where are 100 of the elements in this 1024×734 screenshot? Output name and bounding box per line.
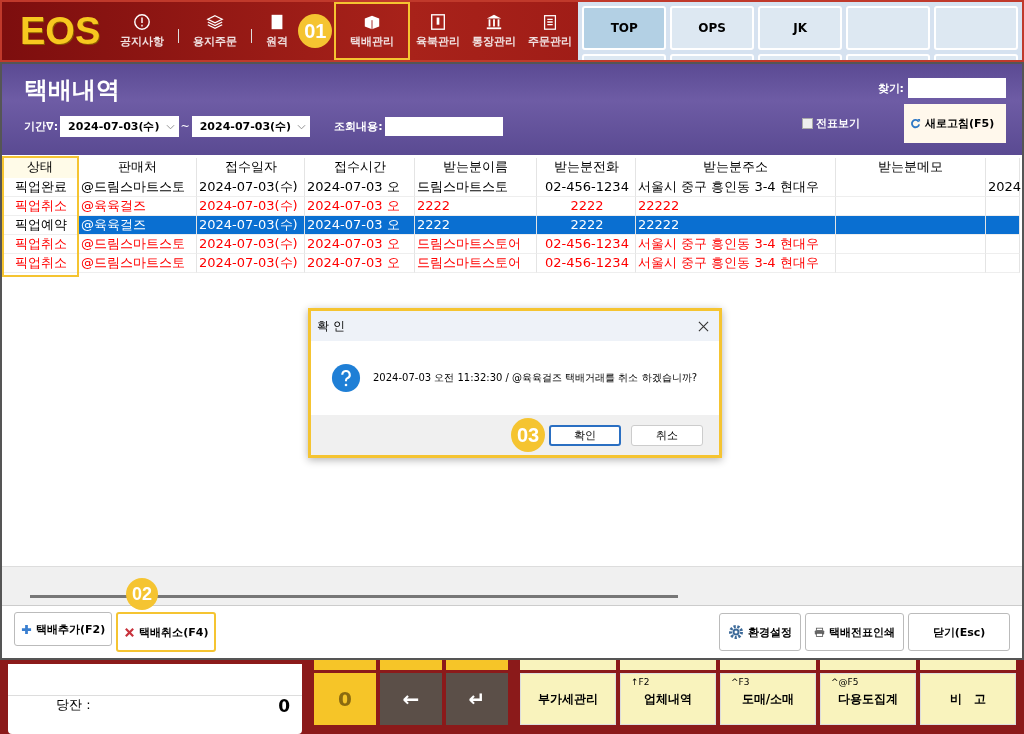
function-key-label: 도매/소매 [741,690,795,708]
function-key-label: 비 고 [950,690,986,708]
quick-button[interactable]: OPS [670,6,755,50]
table-cell: 2024 [986,178,1020,197]
step-badge: 01 [298,14,333,48]
column-header[interactable]: 받는분전화 [537,158,636,178]
date-from-dropdown[interactable]: 2024-07-03(수) [60,116,179,137]
find-label: 찾기: [877,80,904,96]
column-header[interactable]: 받는분이름 [415,158,537,178]
table-cell [986,216,1020,235]
table-cell: 2024-07-03 오 [305,235,415,254]
table-cell: 02-456-1234 [537,235,636,254]
table-cell: 드림스마트스토 [415,178,537,197]
action-button[interactable]: 택배취소(F4) [116,612,217,652]
table-cell: @드림스마트스토 [79,235,197,254]
table-cell: 2024-07-03 오 [305,254,415,273]
balance-value: 0 [278,696,290,716]
function-key-label: 다용도집계 [838,690,898,708]
table-cell: 2024-07-03(수) [197,216,305,235]
box-icon [363,13,382,31]
function-key[interactable] [620,660,716,670]
nav-item[interactable]: 택배관리 [334,2,411,60]
dialog-button[interactable]: 확인 [549,424,621,446]
shortcut-hint: ^F3 [731,677,750,687]
table-row[interactable]: 픽업예약 @육육걸즈 2024-07-03(수) 2024-07-03 오 2222 2222 22222 [2,216,1022,235]
window-title: 택배내역 [24,75,121,106]
column-header[interactable]: 받는분주소 [636,158,836,178]
keypad-key[interactable] [314,660,376,670]
dialog-message: 2024-07-03 오전 11:32:30 / @육육걸즈 택배거래를 취소 하겠습니까? [373,371,698,385]
table-cell: 픽업완료 [2,178,79,197]
nav-item[interactable]: 공지사항 [114,2,171,60]
nav-item[interactable]: 주문관리 [522,2,579,60]
function-key[interactable]: ^@F5 다용도집계 [820,673,916,725]
find-field[interactable] [908,78,1006,98]
close-icon[interactable] [698,320,709,332]
function-key[interactable] [920,660,1016,670]
action-button[interactable]: 닫기(Esc) [908,613,1010,651]
checkbox[interactable] [802,118,813,129]
table-cell: 2024-07-03(수) [197,254,305,273]
dialog-button[interactable]: 취소 [631,424,703,446]
close-icon [124,626,136,638]
table-cell: @드림스마트스토 [79,178,197,197]
action-button[interactable]: 택배전표인쇄 [805,613,904,651]
keypad-key[interactable] [446,660,508,670]
table-cell: 2024-07-03 오 [305,178,415,197]
column-header[interactable]: 받는분메모 [836,158,986,178]
book-icon [429,13,448,31]
function-key[interactable]: ↑F2 업체내역 [620,673,716,725]
quick-button[interactable]: TOP [582,6,667,50]
nav-item[interactable]: 원격 [260,2,295,60]
question-icon [331,363,361,393]
table-row[interactable]: 픽업취소 @드림스마트스토 2024-07-03(수) 2024-07-03 오 드림스마트스토어 02-456-1234 서울시 중구 흥인동 3-4 현대우 [2,235,1022,254]
table-row[interactable]: 픽업완료 @드림스마트스토 2024-07-03(수) 2024-07-03 오 드림스마트스토 02-456-1234 서울시 중구 흥인동 3-4 현대우 2024 [2,178,1022,197]
table-cell: 2024-07-03(수) [197,235,305,254]
gear-icon [728,624,744,640]
column-header[interactable]: 상태 [2,158,79,178]
chevron-icon [297,123,307,130]
table-cell: 22222 [636,216,836,235]
function-key[interactable] [520,660,616,670]
plus-icon [21,623,32,635]
keypad-key[interactable]: ↵ [446,673,508,725]
checkbox-label: 전표보기 [816,116,860,131]
quick-button[interactable] [846,6,931,50]
table-cell: 픽업취소 [2,254,79,273]
action-button[interactable]: 환경설정 [719,613,801,651]
dialog-title: 확 인 [317,317,345,335]
function-key[interactable]: 부가세관리 [520,673,616,725]
table-cell: 2222 [537,216,636,235]
keypad-key[interactable] [380,660,442,670]
table-cell [986,235,1020,254]
nav-item[interactable]: 육북관리 [410,2,467,60]
printer-icon [814,626,825,638]
keypad-key[interactable]: ← [380,673,442,725]
column-header[interactable]: 접수시간 [305,158,415,178]
function-key[interactable]: ^F3 도매/소매 [720,673,816,725]
range-separator: ~ [180,120,190,133]
refresh-button[interactable]: 새로고침(F5) [904,104,1006,143]
function-key[interactable] [820,660,916,670]
table-cell: 픽업취소 [2,197,79,216]
layers-icon [206,13,225,31]
action-button[interactable]: 택배추가(F2) [14,612,113,646]
table-cell: 2024-07-03 오 [305,216,415,235]
column-header[interactable]: 판매처 [79,158,197,178]
date-to-dropdown[interactable]: 2024-07-03(수) [191,116,311,137]
function-key-label: 업체내역 [644,690,692,708]
nav-item[interactable]: 통장관리 [466,2,523,60]
table-cell: 서울시 중구 흥인동 3-4 현대우 [636,178,836,197]
quick-button[interactable]: JK [758,6,843,50]
table-cell: 2024-07-03(수) [197,178,305,197]
query-field[interactable] [384,117,503,136]
column-header[interactable]: 접수일자 [197,158,305,178]
table-cell [986,254,1020,273]
quick-button[interactable] [934,6,1018,50]
table-cell: 서울시 중구 흥인동 3-4 현대우 [636,254,836,273]
table-row[interactable]: 픽업취소 @드림스마트스토 2024-07-03(수) 2024-07-03 오 드림스마트스토어 02-456-1234 서울시 중구 흥인동 3-4 현대우 [2,254,1022,273]
bank-icon [485,13,504,31]
nav-item[interactable]: 용지주문 [187,2,244,60]
function-key[interactable]: 비 고 [920,673,1016,725]
table-cell: 서울시 중구 흥인동 3-4 현대우 [636,235,836,254]
function-key[interactable] [720,660,816,670]
